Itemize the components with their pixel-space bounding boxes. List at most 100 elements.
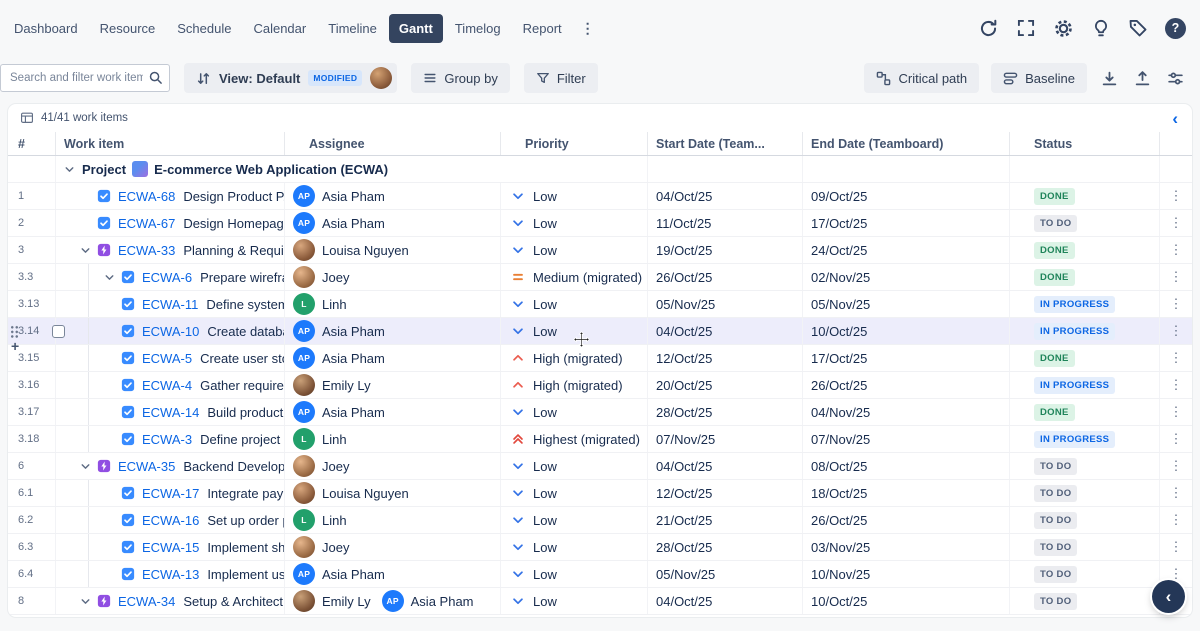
work-item-cell[interactable]: ECWA-67Design Homepage bbox=[56, 210, 285, 236]
work-item-key[interactable]: ECWA-3 bbox=[142, 432, 192, 447]
priority-cell[interactable]: Low bbox=[501, 561, 648, 587]
row-menu-button[interactable]: ⋮ bbox=[1160, 507, 1192, 533]
table-row[interactable]: 3ECWA-33Planning & Requir...Louisa Nguye… bbox=[8, 237, 1192, 264]
col-header-status[interactable]: Status bbox=[1010, 132, 1160, 155]
status-cell[interactable]: DONE bbox=[1010, 399, 1160, 425]
priority-cell[interactable]: Low bbox=[501, 183, 648, 209]
end-date-cell[interactable]: 17/Oct/25 bbox=[803, 345, 1010, 371]
sync-icon[interactable] bbox=[978, 18, 999, 39]
priority-cell[interactable]: Medium (migrated) bbox=[501, 264, 648, 290]
tab-report[interactable]: Report bbox=[513, 14, 572, 43]
assignee-cell[interactable]: Louisa Nguyen bbox=[285, 480, 501, 506]
work-item-key[interactable]: ECWA-35 bbox=[118, 459, 175, 474]
expand-chevron-icon[interactable] bbox=[78, 244, 92, 257]
start-date-cell[interactable]: 12/Oct/25 bbox=[648, 480, 803, 506]
col-header-work-item[interactable]: Work item bbox=[56, 132, 285, 155]
row-menu-button[interactable]: ⋮ bbox=[1160, 264, 1192, 290]
status-cell[interactable]: IN PROGRESS bbox=[1010, 372, 1160, 398]
work-item-key[interactable]: ECWA-4 bbox=[142, 378, 192, 393]
status-cell[interactable]: DONE bbox=[1010, 183, 1160, 209]
assignee-cell[interactable]: LLinh bbox=[285, 426, 501, 452]
end-date-cell[interactable]: 04/Nov/25 bbox=[803, 399, 1010, 425]
table-row[interactable]: 3.18ECWA-3Define project s...LLinhHighes… bbox=[8, 426, 1192, 453]
row-menu-button[interactable]: ⋮ bbox=[1160, 237, 1192, 263]
work-item-cell[interactable]: ECWA-4Gather require... bbox=[56, 372, 285, 398]
settings-gear-icon[interactable] bbox=[1053, 18, 1074, 39]
work-item-key[interactable]: ECWA-10 bbox=[142, 324, 199, 339]
work-item-cell[interactable]: ECWA-5Create user stor... bbox=[56, 345, 285, 371]
assignee-cell[interactable]: APAsia Pham bbox=[285, 561, 501, 587]
work-item-cell[interactable]: ECWA-15Implement sho... bbox=[56, 534, 285, 560]
row-menu-button[interactable]: ⋮ bbox=[1160, 210, 1192, 236]
work-item-cell[interactable]: ECWA-14Build product c... bbox=[56, 399, 285, 425]
start-date-cell[interactable]: 05/Nov/25 bbox=[648, 291, 803, 317]
lightbulb-icon[interactable] bbox=[1091, 18, 1111, 39]
start-date-cell[interactable]: 12/Oct/25 bbox=[648, 345, 803, 371]
expand-chevron-icon[interactable] bbox=[102, 271, 116, 284]
download-icon[interactable] bbox=[1099, 68, 1120, 89]
table-row[interactable]: +3.14ECWA-10Create databas...APAsia Pham… bbox=[8, 318, 1192, 345]
row-menu-button[interactable]: ⋮ bbox=[1160, 426, 1192, 452]
table-row[interactable]: 1ECWA-68Design Product P...APAsia PhamLo… bbox=[8, 183, 1192, 210]
start-date-cell[interactable]: 28/Oct/25 bbox=[648, 534, 803, 560]
assignee-cell[interactable]: LLinh bbox=[285, 507, 501, 533]
end-date-cell[interactable]: 02/Nov/25 bbox=[803, 264, 1010, 290]
row-menu-button[interactable]: ⋮ bbox=[1160, 372, 1192, 398]
status-cell[interactable]: IN PROGRESS bbox=[1010, 318, 1160, 344]
critical-path-button[interactable]: Critical path bbox=[864, 63, 979, 93]
work-item-cell[interactable]: ECWA-68Design Product P... bbox=[56, 183, 285, 209]
assignee-cell[interactable]: Louisa Nguyen bbox=[285, 237, 501, 263]
priority-cell[interactable]: Highest (migrated) bbox=[501, 426, 648, 452]
assignee-cell[interactable]: LLinh bbox=[285, 291, 501, 317]
start-date-cell[interactable]: 21/Oct/25 bbox=[648, 507, 803, 533]
col-header-start-date[interactable]: Start Date (Team... bbox=[648, 132, 803, 155]
work-item-key[interactable]: ECWA-5 bbox=[142, 351, 192, 366]
start-date-cell[interactable]: 20/Oct/25 bbox=[648, 372, 803, 398]
priority-cell[interactable]: Low bbox=[501, 507, 648, 533]
table-row[interactable]: 3.13ECWA-11Define system ...LLinhLow05/N… bbox=[8, 291, 1192, 318]
table-row[interactable]: 6.2ECWA-16Set up order pr...LLinhLow21/O… bbox=[8, 507, 1192, 534]
end-date-cell[interactable]: 07/Nov/25 bbox=[803, 426, 1010, 452]
priority-cell[interactable]: Low bbox=[501, 399, 648, 425]
tab-gantt[interactable]: Gantt bbox=[389, 14, 443, 43]
work-item-key[interactable]: ECWA-33 bbox=[118, 243, 175, 258]
project-row[interactable]: Project E-commerce Web Application (ECWA… bbox=[8, 156, 1192, 183]
end-date-cell[interactable]: 05/Nov/25 bbox=[803, 291, 1010, 317]
assignee-cell[interactable]: Emily Ly bbox=[285, 372, 501, 398]
work-item-key[interactable]: ECWA-16 bbox=[142, 513, 199, 528]
work-item-cell[interactable]: ECWA-3Define project s... bbox=[56, 426, 285, 452]
expand-chevron-icon[interactable] bbox=[78, 460, 92, 473]
start-date-cell[interactable]: 04/Oct/25 bbox=[648, 453, 803, 479]
sliders-icon[interactable] bbox=[1165, 68, 1186, 89]
assignee-cell[interactable]: APAsia Pham bbox=[285, 318, 501, 344]
start-date-cell[interactable]: 26/Oct/25 bbox=[648, 264, 803, 290]
tab-dashboard[interactable]: Dashboard bbox=[4, 14, 88, 43]
status-cell[interactable]: TO DO bbox=[1010, 210, 1160, 236]
assignee-cell[interactable]: Emily LyAPAsia Pham bbox=[285, 588, 501, 614]
priority-cell[interactable]: High (migrated) bbox=[501, 345, 648, 371]
tab-resource[interactable]: Resource bbox=[90, 14, 166, 43]
row-menu-button[interactable]: ⋮ bbox=[1160, 183, 1192, 209]
work-item-key[interactable]: ECWA-67 bbox=[118, 216, 175, 231]
row-menu-button[interactable]: ⋮ bbox=[1160, 318, 1192, 344]
add-row-button[interactable]: + bbox=[11, 339, 19, 353]
work-item-cell[interactable]: ECWA-11Define system ... bbox=[56, 291, 285, 317]
table-row[interactable]: 8ECWA-34Setup & Architect...Emily LyAPAs… bbox=[8, 588, 1192, 615]
priority-cell[interactable]: Low bbox=[501, 291, 648, 317]
status-cell[interactable]: TO DO bbox=[1010, 480, 1160, 506]
tab-timeline[interactable]: Timeline bbox=[318, 14, 387, 43]
work-item-cell[interactable]: ECWA-34Setup & Architect... bbox=[56, 588, 285, 614]
filter-button[interactable]: Filter bbox=[524, 63, 598, 93]
start-date-cell[interactable]: 07/Nov/25 bbox=[648, 426, 803, 452]
priority-cell[interactable]: High (migrated) bbox=[501, 372, 648, 398]
collapse-panel-button[interactable]: ‹ bbox=[1172, 110, 1178, 127]
work-item-cell[interactable]: ECWA-10Create databas... bbox=[56, 318, 285, 344]
table-row[interactable]: 2ECWA-67Design HomepageAPAsia PhamLow11/… bbox=[8, 210, 1192, 237]
status-cell[interactable]: TO DO bbox=[1010, 588, 1160, 614]
col-header-number[interactable]: # bbox=[8, 132, 56, 155]
row-menu-button[interactable]: ⋮ bbox=[1160, 291, 1192, 317]
baseline-button[interactable]: Baseline bbox=[991, 63, 1087, 93]
start-date-cell[interactable]: 11/Oct/25 bbox=[648, 210, 803, 236]
table-row[interactable]: 6.4ECWA-13Implement use...APAsia PhamLow… bbox=[8, 561, 1192, 588]
priority-cell[interactable]: Low bbox=[501, 453, 648, 479]
